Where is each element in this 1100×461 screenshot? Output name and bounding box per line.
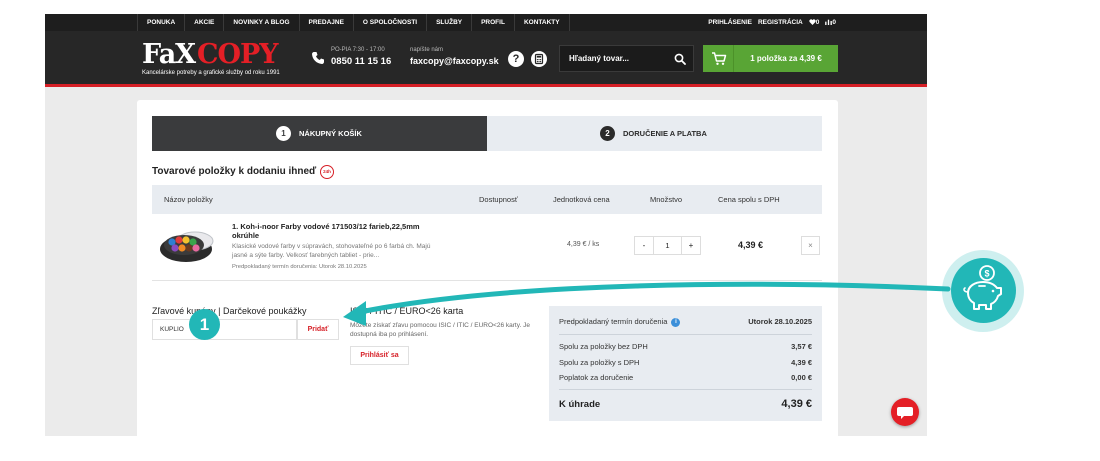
col-name: Názov položky [164, 195, 213, 204]
search-icon[interactable] [674, 53, 686, 65]
nav-item-novinky-a-blog[interactable]: NOVINKY A BLOG [223, 14, 298, 31]
table-header: Názov položky Dostupnosť Jednotková cena… [152, 185, 822, 214]
decrease-quantity-button[interactable]: - [634, 236, 654, 255]
mail-label: napíšte nám [410, 47, 444, 53]
calculator-icon[interactable] [531, 51, 547, 67]
login-button[interactable]: Prihlásiť sa [350, 346, 409, 365]
compare-count: 0 [832, 19, 836, 26]
coupon-title: Zľavové kupóny | Darčekové poukážky [152, 306, 307, 316]
section-title: Tovarové položky k dodaniu ihneď [152, 166, 317, 177]
product-name-link[interactable]: 1. Koh-i-noor Farby vodové 171503/12 far… [232, 222, 442, 240]
summary-delivery-value: Utorok 28.10.2025 [748, 317, 812, 326]
nav-item-sluzby[interactable]: SLUŽBY [426, 14, 471, 31]
add-coupon-button[interactable]: Pridať [297, 319, 339, 340]
summary-no-vat-label: Spolu za položky bez DPH [559, 342, 648, 351]
24h-badge-icon: 24h [320, 165, 334, 179]
step-label: DORUČENIE A PLATBA [623, 129, 707, 138]
logo-tagline: Kancelárske potreby a grafické služby od… [142, 70, 280, 76]
piggy-bank-badge: $ [951, 258, 1016, 323]
piggy-bank-icon: $ [963, 265, 1002, 310]
nav-item-ponuka[interactable]: PONUKA [137, 14, 184, 31]
faxcopy-logo[interactable]: FaX COPY Kancelárske potreby a grafické … [142, 39, 297, 81]
step-cart[interactable]: 1 NÁKUPNÝ KOŠÍK [152, 116, 487, 151]
step-delivery-payment[interactable]: 2 DORUČENIE A PLATBA [487, 116, 822, 151]
summary-no-vat-value: 3,57 € [791, 342, 812, 351]
summary-delivery-row: Predpokladaný termín doručenia i Utorok 2… [559, 317, 812, 331]
summary-divider [559, 389, 812, 390]
col-unit-price: Jednotková cena [553, 195, 610, 204]
table-row: 1. Koh-i-noor Farby vodové 171503/12 far… [152, 214, 822, 281]
logo-copy-text: COPY [197, 39, 279, 70]
checkout-steps: 1 NÁKUPNÝ KOŠÍK 2 DORUČENIE A PLATBA [152, 116, 822, 151]
nav-item-kontakty[interactable]: KONTAKTY [513, 14, 570, 31]
summary-delivery-label-wrap: Predpokladaný termín doručenia i [559, 317, 681, 327]
summary-vat-label: Spolu za položky s DPH [559, 358, 640, 367]
screenshot-canvas: PONUKA AKCIE NOVINKY A BLOG PREDAJNE O S… [0, 0, 1100, 461]
chat-widget-button[interactable] [891, 398, 919, 426]
summary-total-label: K úhrade [559, 399, 601, 410]
piggy-bank-halo [942, 250, 1024, 332]
remove-item-button[interactable]: × [801, 236, 820, 255]
step-number: 1 [276, 126, 291, 141]
nav-item-o-spolocnosti[interactable]: O SPOLOČNOSTI [352, 14, 426, 31]
nav-item-akcie[interactable]: AKCIE [184, 14, 223, 31]
coupon-code-input[interactable] [152, 319, 297, 340]
search-box [559, 45, 694, 72]
quantity-input[interactable]: 1 [654, 236, 681, 255]
nav-item-profil[interactable]: PROFIL [471, 14, 514, 31]
phone-number[interactable]: 0850 11 15 16 [331, 56, 391, 67]
summary-row-vat: Spolu za položky s DPH 4,39 € [559, 358, 812, 372]
cart-icon [712, 52, 727, 65]
isic-title: ISIC / ITIC / EURO<26 karta [350, 306, 464, 316]
summary-delivery-label: Predpokladaný termín doručenia [559, 317, 668, 326]
isic-description: Môžete získať zľavu pomocou ISIC / ITIC … [350, 322, 530, 338]
info-icon[interactable]: i [671, 317, 681, 327]
register-link[interactable]: REGISTRÁCIA [758, 19, 803, 26]
account-links: PRIHLÁSENIE REGISTRÁCIA 0 0 [708, 14, 836, 31]
heart-icon [809, 19, 816, 25]
increase-quantity-button[interactable]: + [681, 236, 701, 255]
cart-summary-label: 1 položka za 4,39 € [750, 54, 822, 63]
summary-shipping-label: Poplatok za doručenie [559, 373, 634, 382]
col-quantity: Množstvo [650, 195, 683, 204]
cart-card: 1 NÁKUPNÝ KOŠÍK 2 DORUČENIE A PLATBA Tov… [137, 100, 838, 436]
step-number: 2 [600, 126, 615, 141]
summary-shipping-value: 0,00 € [791, 373, 812, 382]
summary-total-value: 4,39 € [781, 398, 812, 410]
phone-icon [312, 52, 324, 64]
opening-hours: PO-PIA 7:30 - 17:00 [331, 47, 385, 53]
top-navigation: PONUKA AKCIE NOVINKY A BLOG PREDAJNE O S… [45, 14, 927, 31]
col-total: Cena spolu s DPH [718, 195, 780, 204]
wishlist-link[interactable]: 0 [809, 19, 820, 26]
product-delivery-date: Predpokladaný termín doručenia: Utorok 2… [232, 264, 367, 270]
nav-item-predajne[interactable]: PREDAJNE [298, 14, 353, 31]
col-availability: Dostupnosť [479, 195, 518, 204]
unit-price: 4,39 € / ks [567, 241, 600, 248]
calculator-glyph [534, 53, 544, 65]
order-summary: Predpokladaný termín doručenia i Utorok 2… [549, 306, 822, 421]
svg-text:$: $ [984, 269, 989, 279]
website-viewport: PONUKA AKCIE NOVINKY A BLOG PREDAJNE O S… [45, 14, 927, 436]
row-total-price: 4,39 € [738, 240, 764, 250]
search-input[interactable] [560, 46, 670, 71]
site-header: FaX COPY Kancelárske potreby a grafické … [45, 31, 927, 87]
summary-vat-value: 4,39 € [791, 358, 812, 367]
compare-link[interactable]: 0 [825, 19, 836, 26]
chat-bubble-icon [897, 407, 913, 419]
summary-row-no-vat: Spolu za položky bez DPH 3,57 € [559, 342, 812, 356]
cart-button[interactable]: 1 položka za 4,39 € [703, 45, 838, 72]
product-thumbnail[interactable] [152, 220, 224, 268]
summary-row-shipping: Poplatok za doručenie 0,00 € [559, 373, 812, 387]
help-icon[interactable]: ? [508, 51, 524, 67]
summary-divider [559, 334, 812, 335]
product-description: Klasické vodové farby v súpravách, stoho… [232, 243, 431, 259]
login-link[interactable]: PRIHLÁSENIE [708, 19, 752, 26]
logo-fax-text: FaX [142, 39, 196, 70]
email-address[interactable]: faxcopy@faxcopy.sk [410, 56, 499, 66]
step-label: NÁKUPNÝ KOŠÍK [299, 129, 362, 138]
main-menu: PONUKA AKCIE NOVINKY A BLOG PREDAJNE O S… [137, 14, 570, 31]
quantity-stepper: - 1 + [634, 236, 701, 255]
wishlist-count: 0 [815, 19, 820, 26]
